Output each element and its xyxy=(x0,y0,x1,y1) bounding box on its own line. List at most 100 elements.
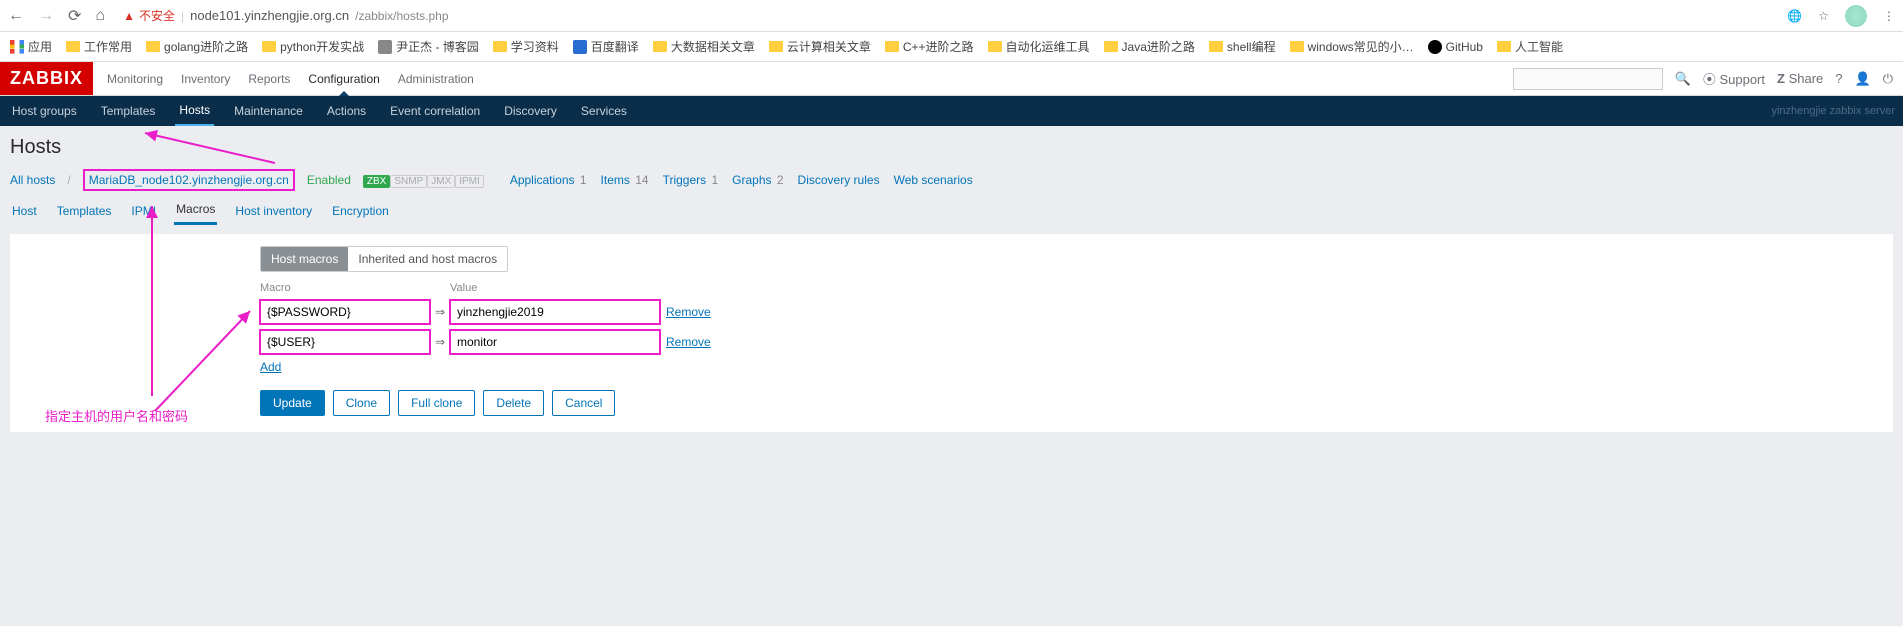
remove-macro-link[interactable]: Remove xyxy=(666,335,720,349)
host-macros-toggle[interactable]: Host macros xyxy=(261,247,348,271)
nav-monitoring[interactable]: Monitoring xyxy=(107,62,163,95)
macro-name-input[interactable] xyxy=(260,330,430,354)
share-link[interactable]: Z Share xyxy=(1777,71,1823,86)
folder-icon xyxy=(769,41,783,52)
address-bar[interactable]: ▲ 不安全 | node101.yinzhengjie.org.cn/zabbi… xyxy=(117,7,1775,24)
macro-header: Macro xyxy=(260,282,430,294)
bc-link-graphs[interactable]: Graphs 2 xyxy=(732,173,783,187)
subnav-services[interactable]: Services xyxy=(577,97,631,125)
bookmark-label: 大数据相关文章 xyxy=(671,38,755,55)
tab-host-inventory[interactable]: Host inventory xyxy=(233,199,314,224)
bc-link-applications[interactable]: Applications 1 xyxy=(510,173,587,187)
nav-inventory[interactable]: Inventory xyxy=(181,62,230,95)
bookmark-item[interactable]: 人工智能 xyxy=(1497,38,1563,55)
macro-value-input[interactable] xyxy=(450,300,660,324)
config-tabs: Host Templates IPMI Macros Host inventory Enc… xyxy=(10,197,1893,226)
logout-icon[interactable]: ⏻ xyxy=(1883,71,1893,87)
profile-avatar[interactable] xyxy=(1845,5,1867,27)
add-macro-link[interactable]: Add xyxy=(260,354,1881,374)
user-icon[interactable]: 👤 xyxy=(1855,71,1871,87)
macro-value-input[interactable] xyxy=(450,330,660,354)
reload-icon[interactable]: ⟳ xyxy=(68,6,81,26)
tab-macros[interactable]: Macros xyxy=(174,197,217,225)
bookmark-label: 学习资料 xyxy=(511,38,559,55)
nav-configuration[interactable]: Configuration xyxy=(308,62,379,95)
bookmark-item[interactable]: GitHub xyxy=(1428,40,1483,54)
bc-link-triggers[interactable]: Triggers 1 xyxy=(663,173,719,187)
subnav-maintenance[interactable]: Maintenance xyxy=(230,97,307,125)
bookmark-item[interactable]: 大数据相关文章 xyxy=(653,38,755,55)
warning-icon: ▲ xyxy=(123,9,135,23)
bookmark-item[interactable]: python开发实战 xyxy=(262,38,364,55)
bookmark-item[interactable]: 学习资料 xyxy=(493,38,559,55)
bookmark-item[interactable]: shell编程 xyxy=(1209,38,1276,55)
kebab-menu-icon[interactable]: ⋮ xyxy=(1883,9,1895,23)
subnav-host-groups[interactable]: Host groups xyxy=(8,97,81,125)
back-icon[interactable]: ← xyxy=(8,7,24,25)
bookmark-item[interactable]: 云计算相关文章 xyxy=(769,38,871,55)
subnav-actions[interactable]: Actions xyxy=(323,97,370,125)
clone-button[interactable]: Clone xyxy=(333,390,390,416)
macro-name-input[interactable] xyxy=(260,300,430,324)
bookmark-label: 应用 xyxy=(28,38,52,55)
host-name-chip[interactable]: MariaDB_node102.yinzhengjie.org.cn xyxy=(83,169,295,191)
url-host: node101.yinzhengjie.org.cn xyxy=(190,8,349,23)
nav-reports[interactable]: Reports xyxy=(248,62,290,95)
subnav-templates[interactable]: Templates xyxy=(97,97,160,125)
zabbix-logo[interactable]: ZABBIX xyxy=(0,62,93,95)
bookmark-item[interactable]: golang进阶之路 xyxy=(146,38,248,55)
subnav-discovery[interactable]: Discovery xyxy=(500,97,561,125)
bookmark-item[interactable]: 工作常用 xyxy=(66,38,132,55)
support-label: Support xyxy=(1719,72,1765,87)
bookmark-item[interactable]: 应用 xyxy=(10,38,52,55)
forward-icon: → xyxy=(38,7,54,25)
bookmark-item[interactable]: C++进阶之路 xyxy=(885,38,974,55)
tab-ipmi[interactable]: IPMI xyxy=(129,199,158,224)
bc-link-web-scenarios[interactable]: Web scenarios xyxy=(894,173,973,187)
bookmark-label: 云计算相关文章 xyxy=(787,38,871,55)
tab-encryption[interactable]: Encryption xyxy=(330,199,391,224)
bc-link-discovery-rules[interactable]: Discovery rules xyxy=(798,173,880,187)
search-input[interactable] xyxy=(1513,68,1663,90)
bookmark-label: 工作常用 xyxy=(84,38,132,55)
bookmark-label: GitHub xyxy=(1446,40,1483,54)
bookmark-label: 人工智能 xyxy=(1515,38,1563,55)
security-warning: ▲ 不安全 xyxy=(123,7,175,24)
star-icon[interactable]: ☆ xyxy=(1818,9,1829,23)
translate-icon[interactable]: 🌐 xyxy=(1787,9,1802,23)
bookmark-label: C++进阶之路 xyxy=(903,38,974,55)
bookmark-item[interactable]: 自动化运维工具 xyxy=(988,38,1090,55)
home-icon[interactable]: ⌂ xyxy=(95,7,105,25)
bc-link-items[interactable]: Items 14 xyxy=(601,173,649,187)
remove-macro-link[interactable]: Remove xyxy=(666,305,720,319)
nav-administration[interactable]: Administration xyxy=(398,62,474,95)
subnav-event-correlation[interactable]: Event correlation xyxy=(386,97,484,125)
main-nav: Monitoring Inventory Reports Configuration A… xyxy=(107,62,474,95)
arrow-icon: ⇒ xyxy=(430,305,450,319)
bookmark-item[interactable]: 百度翻译 xyxy=(573,38,639,55)
macros-form: Host macros Inherited and host macros Ma… xyxy=(10,234,1893,432)
count: 1 xyxy=(708,173,718,187)
cancel-button[interactable]: Cancel xyxy=(552,390,615,416)
bookmark-label: python开发实战 xyxy=(280,38,364,55)
inherited-macros-toggle[interactable]: Inherited and host macros xyxy=(348,247,507,271)
arrow-icon: ⇒ xyxy=(430,335,450,349)
support-link[interactable]: ⦿ Support xyxy=(1703,69,1765,88)
update-button[interactable]: Update xyxy=(260,390,325,416)
bookmark-label: 尹正杰 - 博客园 xyxy=(396,38,479,55)
tab-templates[interactable]: Templates xyxy=(55,199,114,224)
macro-scope-toggle: Host macros Inherited and host macros xyxy=(260,246,508,272)
tab-host[interactable]: Host xyxy=(10,199,39,224)
subnav-hosts[interactable]: Hosts xyxy=(175,96,214,127)
full-clone-button[interactable]: Full clone xyxy=(398,390,475,416)
bookmark-item[interactable]: Java进阶之路 xyxy=(1104,38,1195,55)
favicon xyxy=(573,40,587,54)
sub-nav: Host groups Templates Hosts Maintenance Acti… xyxy=(0,96,1903,126)
bookmark-item[interactable]: 尹正杰 - 博客园 xyxy=(378,38,479,55)
search-icon[interactable]: 🔍 xyxy=(1675,71,1691,87)
delete-button[interactable]: Delete xyxy=(483,390,544,416)
all-hosts-link[interactable]: All hosts xyxy=(10,173,55,187)
bookmark-item[interactable]: windows常见的小… xyxy=(1290,38,1414,55)
protocol-badge-ipmi: IPMI xyxy=(455,175,484,188)
help-icon[interactable]: ? xyxy=(1835,71,1842,86)
